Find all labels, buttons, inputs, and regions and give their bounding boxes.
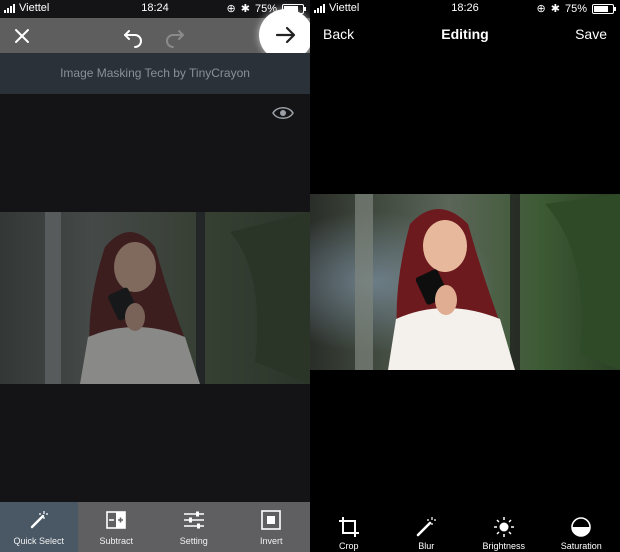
tool-crop[interactable]: Crop (310, 512, 388, 552)
status-bar: Viettel 18:26 ⊕ ✱ 75% (310, 0, 620, 18)
tool-label: Setting (179, 536, 208, 546)
edit-toolbar: Crop Blur Brightness Saturation (310, 512, 620, 552)
bluetooth-icon: ✱ (550, 3, 560, 15)
mask-canvas[interactable] (0, 94, 310, 502)
arrow-right-icon[interactable] (274, 23, 298, 47)
editing-navbar: Back Editing Save (310, 18, 620, 52)
lock-rotation-icon: ⊕ (536, 3, 546, 15)
save-button[interactable]: Save (575, 26, 607, 42)
tool-blur[interactable]: Blur (388, 512, 466, 552)
tool-saturation[interactable]: Saturation (543, 512, 620, 552)
invert-icon (261, 510, 282, 530)
sun-icon (493, 517, 514, 537)
sliders-icon (183, 511, 204, 529)
subtract-icon (106, 511, 127, 529)
battery-icon (592, 3, 616, 14)
close-icon[interactable] (10, 24, 34, 48)
edited-photo (310, 194, 620, 370)
tool-brightness[interactable]: Brightness (465, 512, 543, 552)
tool-label: Crop (338, 541, 359, 551)
mask-overlay (0, 212, 310, 384)
status-right: ⊕ ✱ 75% (536, 2, 616, 15)
left-screen: Viettel 18:24 ⊕ ✱ 75% Image Masking Tech… (0, 0, 310, 552)
lock-rotation-icon: ⊕ (226, 3, 236, 15)
tool-subtract[interactable]: Subtract (78, 502, 156, 552)
page-title: Editing (441, 26, 489, 42)
tool-setting[interactable]: Setting (155, 502, 233, 552)
tool-label: Brightness (482, 541, 526, 551)
battery-percent: 75% (564, 2, 587, 15)
status-bar: Viettel 18:24 ⊕ ✱ 75% (0, 0, 310, 18)
eye-icon[interactable] (272, 106, 294, 120)
bluetooth-icon: ✱ (240, 3, 250, 15)
redo-icon[interactable] (163, 24, 187, 48)
crop-icon (338, 517, 359, 537)
tool-invert[interactable]: Invert (233, 502, 311, 552)
tool-label: Quick Select (13, 536, 65, 546)
tool-label: Saturation (560, 541, 602, 551)
right-screen: Viettel 18:26 ⊕ ✱ 75% Back Editing Save (310, 0, 620, 552)
app-title: Image Masking Tech by TinyCrayon (60, 66, 250, 80)
app-title-bar: Image Masking Tech by TinyCrayon (0, 53, 310, 94)
tool-quick-select[interactable]: Quick Select (0, 502, 78, 552)
tool-label: Blur (418, 541, 435, 551)
mask-toolbar: Quick Select Subtract Setting Invert (0, 502, 310, 552)
tool-label: Subtract (99, 536, 134, 546)
magic-wand-icon (30, 511, 48, 529)
tool-label: Invert (259, 536, 283, 546)
undo-icon[interactable] (121, 24, 145, 48)
half-circle-icon (571, 517, 592, 537)
magic-wand-icon (416, 517, 437, 537)
